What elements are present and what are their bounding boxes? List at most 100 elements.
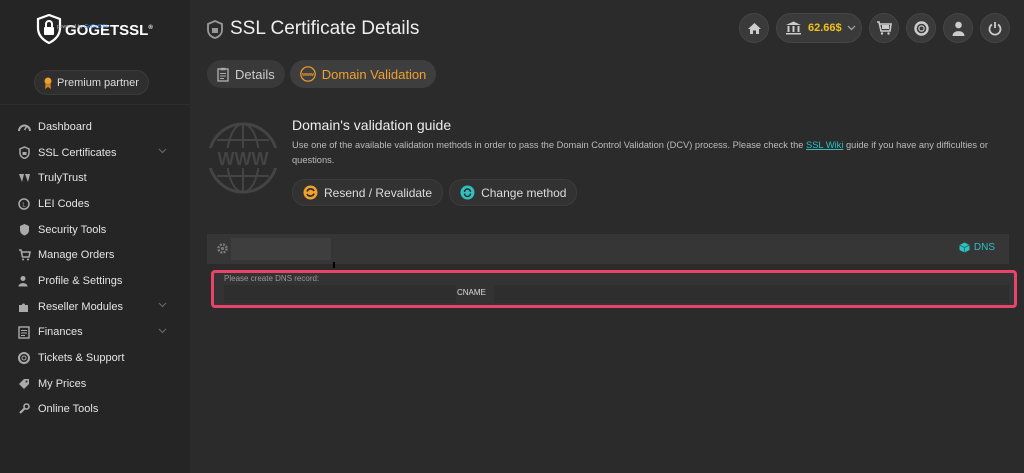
tab-label: Domain Validation — [321, 66, 427, 82]
cart-icon — [17, 248, 31, 262]
dns-record-box: Please create DNS record: CNAME — [211, 270, 1017, 308]
ssl-lock-icon — [207, 19, 223, 39]
bank-icon — [786, 21, 801, 35]
sidebar-item-ssl-certificates[interactable]: SSL Certificates — [17, 140, 177, 166]
sidebar-item-label: SSL Certificates — [38, 146, 117, 159]
sidebar-item-label: TrulyTrust — [38, 172, 87, 185]
power-icon — [988, 21, 1002, 35]
domain-name-redacted — [231, 238, 331, 260]
refresh-icon — [303, 185, 318, 200]
resend-label: Resend / Revalidate — [324, 185, 433, 200]
domain-row-header: DNS — [207, 234, 1009, 264]
sidebar-item-finances[interactable]: Finances — [17, 320, 177, 346]
svg-text:www: www — [301, 72, 314, 78]
logo-subtitle: powered by GoGetSSL — [57, 24, 108, 30]
user-gear-icon — [17, 274, 31, 288]
cart-icon — [877, 21, 892, 35]
sidebar-item-label: Security Tools — [38, 223, 107, 236]
sidebar-divider — [0, 104, 190, 105]
tab-domain-validation[interactable]: www Domain Validation — [289, 60, 437, 88]
support-button[interactable] — [906, 13, 936, 43]
page-title: SSL Certificate Details — [207, 18, 419, 40]
clipboard-icon — [217, 67, 229, 82]
sidebar-item-label: Tickets & Support — [38, 352, 125, 365]
tab-details[interactable]: Details — [207, 60, 285, 88]
ssl-lock-icon — [17, 146, 31, 160]
ssl-wiki-link[interactable]: SSL Wiki — [806, 140, 843, 150]
page-title-text: SSL Certificate Details — [230, 18, 420, 39]
www-globe-icon: www — [299, 66, 316, 82]
sidebar-item-label: Profile & Settings — [38, 274, 123, 287]
logo-subtitle-text: powered by — [57, 24, 83, 30]
sidebar-item-lei-codes[interactable]: L LEI Codes — [17, 191, 177, 217]
chevron-down-icon — [158, 148, 167, 154]
home-icon — [747, 22, 761, 34]
sidebar-item-my-prices[interactable]: My Prices — [17, 371, 177, 397]
wrench-icon — [17, 402, 31, 416]
puzzle-icon — [17, 300, 31, 314]
guide-title: Domain's validation guide — [292, 117, 452, 133]
sidebar-item-reseller-modules[interactable]: Reseller Modules — [17, 294, 177, 320]
resend-revalidate-button[interactable]: Resend / Revalidate — [292, 179, 444, 206]
sidebar-item-label: LEI Codes — [38, 197, 90, 210]
logo-subtitle-brand: GoGetSSL — [84, 24, 109, 30]
logo-registered: ® — [148, 24, 153, 31]
change-method-button[interactable]: Change method — [449, 179, 578, 206]
sidebar-item-label: Dashboard — [38, 120, 92, 133]
swap-icon — [460, 185, 475, 200]
award-ribbon-icon — [44, 77, 52, 89]
sidebar-item-label: My Prices — [38, 377, 87, 390]
trulytrust-icon — [17, 171, 31, 185]
tab-label: Details — [235, 66, 275, 82]
lifebuoy-icon — [913, 20, 929, 36]
chevron-down-icon — [158, 328, 167, 333]
guide-text-before: Use one of the available validation meth… — [292, 140, 807, 150]
sidebar-item-label: Manage Orders — [38, 249, 115, 262]
cube-icon — [959, 242, 970, 253]
gear-icon[interactable] — [216, 242, 229, 255]
mouse-cursor — [333, 262, 335, 268]
balance-dropdown[interactable]: 62.66$ — [776, 13, 862, 43]
sidebar-item-security-tools[interactable]: Security Tools — [17, 217, 177, 243]
dns-record-label: Please create DNS record: — [224, 274, 320, 283]
chevron-down-icon — [158, 302, 167, 308]
sidebar-item-manage-orders[interactable]: Manage Orders — [17, 242, 177, 268]
sidebar-item-dashboard[interactable]: Dashboard — [17, 114, 177, 140]
premium-partner-label: Premium partner — [57, 76, 139, 89]
sidebar-item-trulytrust[interactable]: TrulyTrust — [17, 165, 177, 191]
dns-method-badge[interactable]: DNS — [959, 242, 995, 253]
logout-button[interactable] — [980, 13, 1010, 43]
sidebar-item-tickets-support[interactable]: Tickets & Support — [17, 345, 177, 371]
chevron-down-icon — [847, 25, 856, 31]
home-button[interactable] — [739, 13, 769, 43]
sidebar-item-profile-settings[interactable]: Profile & Settings — [17, 268, 177, 294]
order-cart-button[interactable] — [869, 13, 899, 43]
top-toolbar: 62.66$ — [732, 13, 1010, 43]
dns-record-type: CNAME — [457, 288, 486, 297]
tab-bar: Details www Domain Validation — [207, 60, 441, 88]
guide-actions: Resend / Revalidate Change method — [292, 179, 583, 206]
user-icon — [952, 21, 964, 36]
dns-record-value-redacted[interactable] — [494, 285, 1009, 303]
svg-text:L: L — [22, 202, 26, 208]
lei-icon: L — [17, 197, 31, 211]
sidebar-item-label: Finances — [38, 326, 83, 339]
guide-description: Use one of the available validation meth… — [292, 138, 1017, 168]
sidebar-nav: Dashboard SSL Certificates TrulyTrust L … — [17, 114, 177, 422]
dns-record-host-redacted[interactable] — [224, 285, 456, 303]
sidebar-item-online-tools[interactable]: Online Tools — [17, 397, 177, 423]
change-method-label: Change method — [481, 185, 567, 200]
sidebar-item-label: Online Tools — [38, 403, 99, 416]
finance-icon — [17, 325, 31, 339]
sidebar-item-label: Reseller Modules — [38, 300, 123, 313]
dns-method-label: DNS — [973, 242, 995, 253]
premium-partner-badge: Premium partner — [34, 70, 149, 95]
www-globe-large-icon: WWW — [207, 122, 279, 194]
support-icon — [17, 351, 31, 365]
balance-amount: 62.66$ — [808, 22, 842, 34]
sidebar: GOGETSSL® powered by GoGetSSL Premium pa… — [0, 0, 190, 473]
www-icon-text: WWW — [218, 149, 269, 169]
shield-icon — [17, 223, 31, 237]
profile-button[interactable] — [943, 13, 973, 43]
price-tag-icon — [17, 377, 31, 391]
